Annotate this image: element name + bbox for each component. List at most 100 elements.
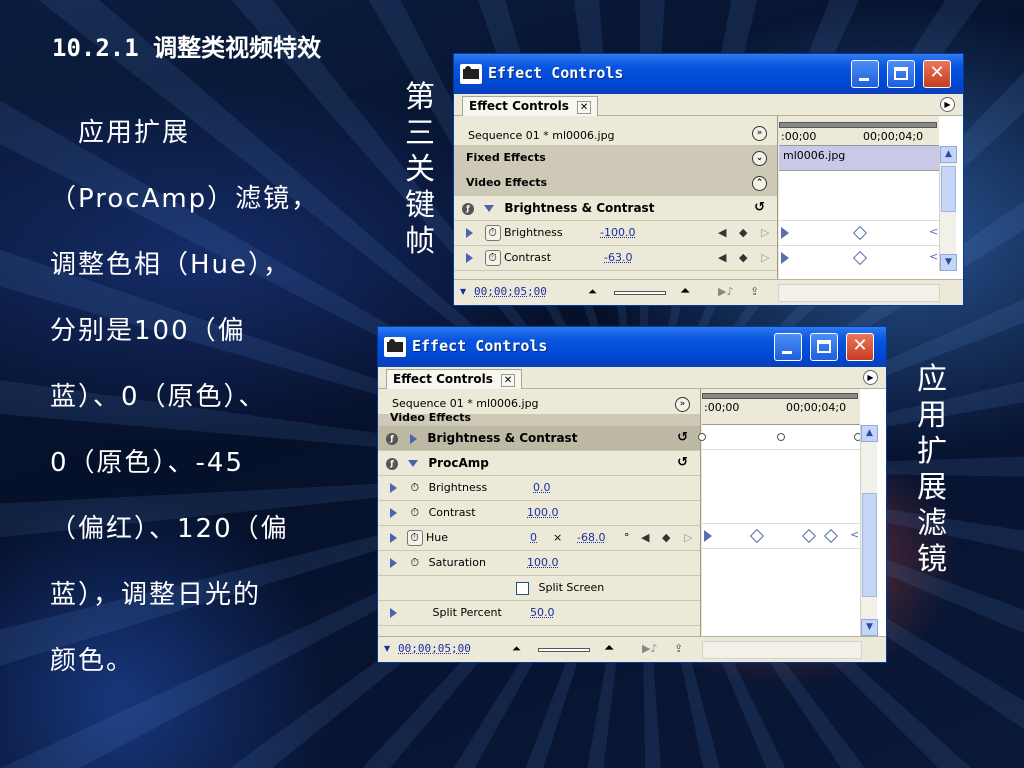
video-effects-row[interactable]: Video Effects <box>378 412 700 426</box>
stopwatch-icon[interactable]: ⏱ <box>484 225 501 241</box>
param-value[interactable]: 0.0 <box>533 476 551 500</box>
expand-triangle-icon[interactable] <box>410 433 418 444</box>
param-value[interactable]: -100.0 <box>600 221 635 245</box>
stopwatch-icon[interactable]: ⏱ <box>411 481 420 494</box>
vertical-scrollbar[interactable]: ▲ ▼ <box>939 146 957 271</box>
play-audio-icon[interactable]: ▶♪ <box>718 280 733 304</box>
video-effects-row[interactable]: Video Effects ⌃ <box>454 171 777 196</box>
collapse-icon[interactable]: ⌄ <box>752 151 767 166</box>
horizontal-scrollbar[interactable] <box>778 284 940 302</box>
prev-keyframe-icon[interactable]: ◀ <box>641 526 649 550</box>
param-value[interactable]: 100.0 <box>527 501 559 525</box>
close-button[interactable]: ✕ <box>923 60 951 88</box>
tab-close-icon[interactable]: ✕ <box>500 374 516 387</box>
zoom-slider[interactable] <box>614 291 666 295</box>
zoom-in-icon[interactable]: ⏶ <box>680 280 690 304</box>
keyframe-marker[interactable]: < <box>850 528 859 541</box>
keyframe-marker[interactable] <box>781 252 789 264</box>
fx-toggle-icon[interactable]: ƒ <box>386 432 398 445</box>
keyframe-marker[interactable] <box>704 530 712 542</box>
expand-triangle-icon[interactable] <box>390 608 397 618</box>
keyframe-marker[interactable] <box>781 227 789 239</box>
play-audio-icon[interactable]: ▶♪ <box>642 637 657 661</box>
stopwatch-icon[interactable]: ⏱ <box>411 506 420 519</box>
keyframe-marker[interactable] <box>801 528 817 544</box>
param-value[interactable]: 100.0 <box>527 551 559 575</box>
scroll-down-arrow-icon[interactable]: ▼ <box>861 619 878 636</box>
keyframe-marker[interactable] <box>823 528 839 544</box>
add-keyframe-icon[interactable]: ◆ <box>662 526 670 550</box>
show-timeline-button[interactable]: » <box>675 397 690 412</box>
expand-triangle-icon[interactable] <box>390 533 397 543</box>
current-timecode[interactable]: 00;00;05;00 <box>398 637 471 661</box>
zoom-out-icon[interactable]: ⏶ <box>588 280 597 304</box>
fx-toggle-icon[interactable]: ƒ <box>386 457 398 470</box>
prev-keyframe-icon[interactable]: ◀ <box>718 246 726 270</box>
maximize-button[interactable] <box>810 333 838 361</box>
next-keyframe-icon[interactable]: ▷ <box>684 526 692 550</box>
expand-triangle-icon[interactable] <box>466 228 473 238</box>
tab-effect-controls[interactable]: Effect Controls ✕ <box>386 369 523 389</box>
expand-triangle-icon[interactable] <box>408 460 419 467</box>
scroll-down-arrow-icon[interactable]: ▼ <box>940 254 957 271</box>
keyframe-marker[interactable] <box>852 225 868 241</box>
expand-triangle-icon[interactable] <box>390 558 397 568</box>
vertical-scrollbar[interactable]: ▲ ▼ <box>860 425 878 636</box>
expand-triangle-icon[interactable] <box>466 253 473 263</box>
keyframe-marker[interactable]: < <box>929 225 938 238</box>
next-keyframe-icon[interactable]: ▷ <box>761 246 769 270</box>
current-timecode[interactable]: 00;00;05;00 <box>474 280 547 304</box>
param-value[interactable]: -63.0 <box>604 246 632 270</box>
reset-icon[interactable]: ↺ <box>677 451 688 475</box>
show-timeline-button[interactable]: » <box>752 126 767 141</box>
add-keyframe-icon[interactable]: ◆ <box>739 246 747 270</box>
expand-triangle-icon[interactable] <box>484 205 495 212</box>
maximize-button[interactable] <box>887 60 915 88</box>
stopwatch-icon[interactable]: ⏱ <box>411 556 420 569</box>
split-screen-checkbox[interactable] <box>516 581 529 595</box>
horizontal-scrollbar[interactable] <box>702 641 862 659</box>
minimize-button[interactable] <box>851 60 879 88</box>
keyframe-marker[interactable] <box>698 433 706 441</box>
scroll-up-arrow-icon[interactable]: ▲ <box>940 146 957 163</box>
keyframe-marker[interactable]: < <box>929 250 938 263</box>
effect-procamp[interactable]: ƒ ProcAmp ↺ <box>378 451 700 476</box>
window-titlebar[interactable]: Effect Controls ✕ <box>378 327 886 367</box>
window-titlebar[interactable]: Effect Controls ✕ <box>454 54 963 94</box>
expand-triangle-icon[interactable] <box>390 508 397 518</box>
zoom-out-icon[interactable]: ⏶ <box>512 637 521 661</box>
collapse-icon[interactable]: ⌃ <box>752 176 767 191</box>
param-value-degrees[interactable]: -68.0 <box>577 526 605 550</box>
param-value[interactable]: 50.0 <box>530 601 555 625</box>
effect-brightness-contrast[interactable]: ƒ Brightness & Contrast ↺ <box>378 426 700 451</box>
panel-menu-button[interactable]: ▶ <box>940 97 955 112</box>
tab-close-icon[interactable]: ✕ <box>576 101 592 114</box>
stopwatch-icon[interactable]: ⏱ <box>406 530 423 546</box>
close-button[interactable]: ✕ <box>846 333 874 361</box>
add-keyframe-icon[interactable]: ◆ <box>739 221 747 245</box>
keyframe-marker[interactable] <box>777 433 785 441</box>
effect-brightness-contrast[interactable]: ƒ Brightness & Contrast ↺ <box>454 196 777 221</box>
zoom-in-icon[interactable]: ⏶ <box>604 637 614 661</box>
prev-keyframe-icon[interactable]: ◀ <box>718 221 726 245</box>
reset-icon[interactable]: ↺ <box>754 196 765 220</box>
work-area-bar[interactable] <box>702 393 858 399</box>
keyframe-marker[interactable] <box>852 250 868 266</box>
next-keyframe-icon[interactable]: ▷ <box>761 221 769 245</box>
panel-menu-button[interactable]: ▶ <box>863 370 878 385</box>
reset-icon[interactable]: ↺ <box>677 426 688 450</box>
zoom-slider[interactable] <box>538 648 590 652</box>
fx-toggle-icon[interactable]: ƒ <box>462 202 474 215</box>
work-area-bar[interactable] <box>779 122 937 128</box>
clip-bar[interactable]: ml0006.jpg <box>779 146 939 171</box>
tab-effect-controls[interactable]: Effect Controls ✕ <box>462 96 599 116</box>
expand-triangle-icon[interactable] <box>390 483 397 493</box>
export-icon[interactable]: ⇪ <box>750 280 759 304</box>
param-value-revolutions[interactable]: 0 <box>530 526 537 550</box>
export-icon[interactable]: ⇪ <box>674 637 683 661</box>
minimize-button[interactable] <box>774 333 802 361</box>
fixed-effects-row[interactable]: Fixed Effects ⌄ <box>454 146 777 171</box>
stopwatch-icon[interactable]: ⏱ <box>484 250 501 266</box>
scroll-thumb[interactable] <box>941 166 956 212</box>
time-ruler[interactable]: :00;00 00;00;04;0 <box>702 389 860 425</box>
